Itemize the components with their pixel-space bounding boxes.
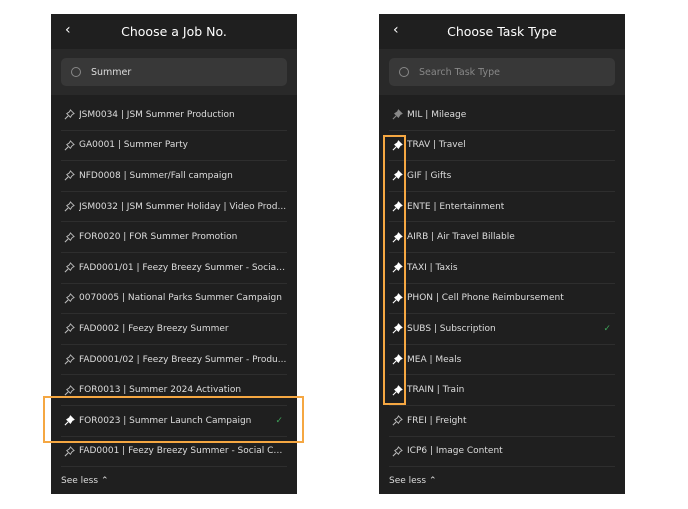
- pin-filled-icon[interactable]: [392, 201, 404, 212]
- header: ‹ Choose Task Type: [379, 14, 625, 49]
- pin-filled-icon[interactable]: [392, 231, 404, 243]
- back-chevron-icon[interactable]: ‹: [65, 22, 71, 38]
- list-item[interactable]: AIRB | Air Travel Billable: [389, 222, 615, 253]
- item-label: ENTE | Entertainment: [407, 201, 505, 212]
- pin-outline-icon[interactable]: [64, 109, 76, 120]
- item-label: TRAV | Travel: [407, 140, 466, 151]
- pin-outline-icon[interactable]: [64, 201, 76, 212]
- item-label: MIL | Mileage: [407, 109, 467, 120]
- list-item[interactable]: MEA | Meals: [389, 345, 615, 376]
- pin-outline-icon[interactable]: [64, 293, 76, 304]
- pin-filled-icon[interactable]: [392, 354, 404, 365]
- page-title: Choose Task Type: [447, 24, 557, 39]
- pin-outline-icon[interactable]: [392, 415, 404, 426]
- search-icon: [399, 67, 409, 77]
- pin-filled-icon[interactable]: [392, 262, 404, 273]
- list-item[interactable]: NFD0008 | Summer/Fall campaign: [61, 161, 287, 192]
- item-label: PHON | Cell Phone Reimbursement: [407, 293, 564, 304]
- item-label: GA0001 | Summer Party: [79, 140, 188, 151]
- pin-outline-icon[interactable]: [64, 354, 76, 365]
- pin-outline-icon[interactable]: [64, 262, 76, 273]
- pin-outline-icon[interactable]: [64, 231, 76, 243]
- pin-outline-icon[interactable]: [64, 384, 76, 396]
- pin-outline-icon[interactable]: [64, 170, 76, 181]
- list-item[interactable]: TRAIN | Train: [389, 375, 615, 406]
- see-less-button[interactable]: See less ⌃: [51, 467, 297, 486]
- list-item[interactable]: SUBS | Subscription ✓: [389, 314, 615, 345]
- pin-filled-icon[interactable]: [392, 293, 404, 304]
- list-item[interactable]: TAXI | Taxis: [389, 253, 615, 284]
- list-item[interactable]: FAD0002 | Feezy Breezy Summer: [61, 314, 287, 345]
- pin-outline-icon[interactable]: [392, 445, 404, 457]
- list-item[interactable]: FOR0013 | Summer 2024 Activation: [61, 375, 287, 406]
- list-item[interactable]: JSM0032 | JSM Summer Holiday | Video Pro…: [61, 192, 287, 223]
- back-chevron-icon[interactable]: ‹: [393, 22, 399, 38]
- pin-filled-icon[interactable]: [392, 170, 404, 181]
- job-list: JSM0034 | JSM Summer Production GA0001 | …: [51, 95, 297, 468]
- item-label: JSM0034 | JSM Summer Production: [79, 109, 235, 120]
- item-label: TAXI | Taxis: [407, 262, 458, 273]
- pin-filled-icon[interactable]: [64, 415, 76, 426]
- item-label: FREI | Freight: [407, 415, 467, 426]
- list-item[interactable]: FAD0001/01 | Feezy Breezy Summer - Socia…: [61, 253, 287, 284]
- checkmark-icon: ✓: [275, 415, 283, 426]
- pin-filled-icon[interactable]: [392, 323, 404, 334]
- list-item[interactable]: FAD0001/02 | Feezy Breezy Summer - Produ…: [61, 345, 287, 376]
- item-label: MEA | Meals: [407, 354, 462, 365]
- item-label: AIRB | Air Travel Billable: [407, 232, 515, 243]
- search-input[interactable]: [91, 66, 271, 78]
- job-picker-panel: ‹ Choose a Job No. JSM0034 | JSM Summer …: [51, 14, 297, 494]
- item-label: FAD0002 | Feezy Breezy Summer: [79, 323, 229, 334]
- item-label: TRAIN | Train: [407, 385, 465, 396]
- item-label: JSM0032 | JSM Summer Holiday | Video Pro…: [79, 201, 287, 212]
- list-item[interactable]: JSM0034 | JSM Summer Production: [61, 100, 287, 131]
- list-item[interactable]: ENTE | Entertainment: [389, 192, 615, 223]
- item-label: FAD0001 | Feezy Breezy Summer - Social C…: [78, 446, 287, 457]
- item-label: SUBS | Subscription: [407, 323, 496, 334]
- item-label: NFD0008 | Summer/Fall campaign: [79, 170, 233, 181]
- pin-outline-icon[interactable]: [64, 445, 76, 457]
- list-item[interactable]: FOR0023 | Summer Launch Campaign ✓: [61, 406, 287, 437]
- search-field[interactable]: [61, 58, 287, 86]
- task-type-panel: ‹ Choose Task Type MIL | Mileage TRAV | T…: [379, 14, 625, 494]
- list-item[interactable]: TRAV | Travel: [389, 131, 615, 162]
- list-item[interactable]: FAD0001 | Feezy Breezy Summer - Social C…: [61, 437, 287, 468]
- item-label: FOR0013 | Summer 2024 Activation: [79, 385, 242, 396]
- list-item[interactable]: ICP6 | Image Content: [389, 437, 615, 468]
- list-item[interactable]: FREI | Freight: [389, 406, 615, 437]
- list-item[interactable]: GA0001 | Summer Party: [61, 131, 287, 162]
- item-label: 0070005 | National Parks Summer Campaign: [79, 293, 282, 304]
- pin-filled-icon[interactable]: [392, 140, 404, 151]
- task-type-list: MIL | Mileage TRAV | Travel GIF | Gifts ENT…: [379, 95, 625, 468]
- item-label: FAD0001/01 | Feezy Breezy Summer - Socia…: [78, 262, 287, 273]
- list-item[interactable]: FOR0020 | FOR Summer Promotion: [61, 222, 287, 253]
- item-label: FOR0023 | Summer Launch Campaign: [79, 415, 252, 426]
- pin-filled-icon[interactable]: [392, 109, 404, 120]
- pin-filled-icon[interactable]: [392, 384, 404, 396]
- pin-outline-icon[interactable]: [64, 323, 76, 334]
- pin-outline-icon[interactable]: [64, 140, 76, 151]
- search-input[interactable]: [419, 66, 599, 78]
- list-item[interactable]: PHON | Cell Phone Reimbursement: [389, 284, 615, 315]
- page-title: Choose a Job No.: [121, 24, 227, 39]
- search-icon: [71, 67, 81, 77]
- list-item[interactable]: MIL | Mileage: [389, 100, 615, 131]
- item-label: FOR0020 | FOR Summer Promotion: [79, 232, 238, 243]
- item-label: GIF | Gifts: [407, 170, 452, 181]
- search-field[interactable]: [389, 58, 615, 86]
- item-label: ICP6 | Image Content: [407, 446, 503, 457]
- see-less-button[interactable]: See less ⌃: [379, 467, 625, 486]
- list-item[interactable]: 0070005 | National Parks Summer Campaign: [61, 284, 287, 315]
- header: ‹ Choose a Job No.: [51, 14, 297, 49]
- list-item[interactable]: GIF | Gifts: [389, 161, 615, 192]
- checkmark-icon: ✓: [603, 323, 611, 334]
- item-label: FAD0001/02 | Feezy Breezy Summer - Produ…: [79, 354, 287, 365]
